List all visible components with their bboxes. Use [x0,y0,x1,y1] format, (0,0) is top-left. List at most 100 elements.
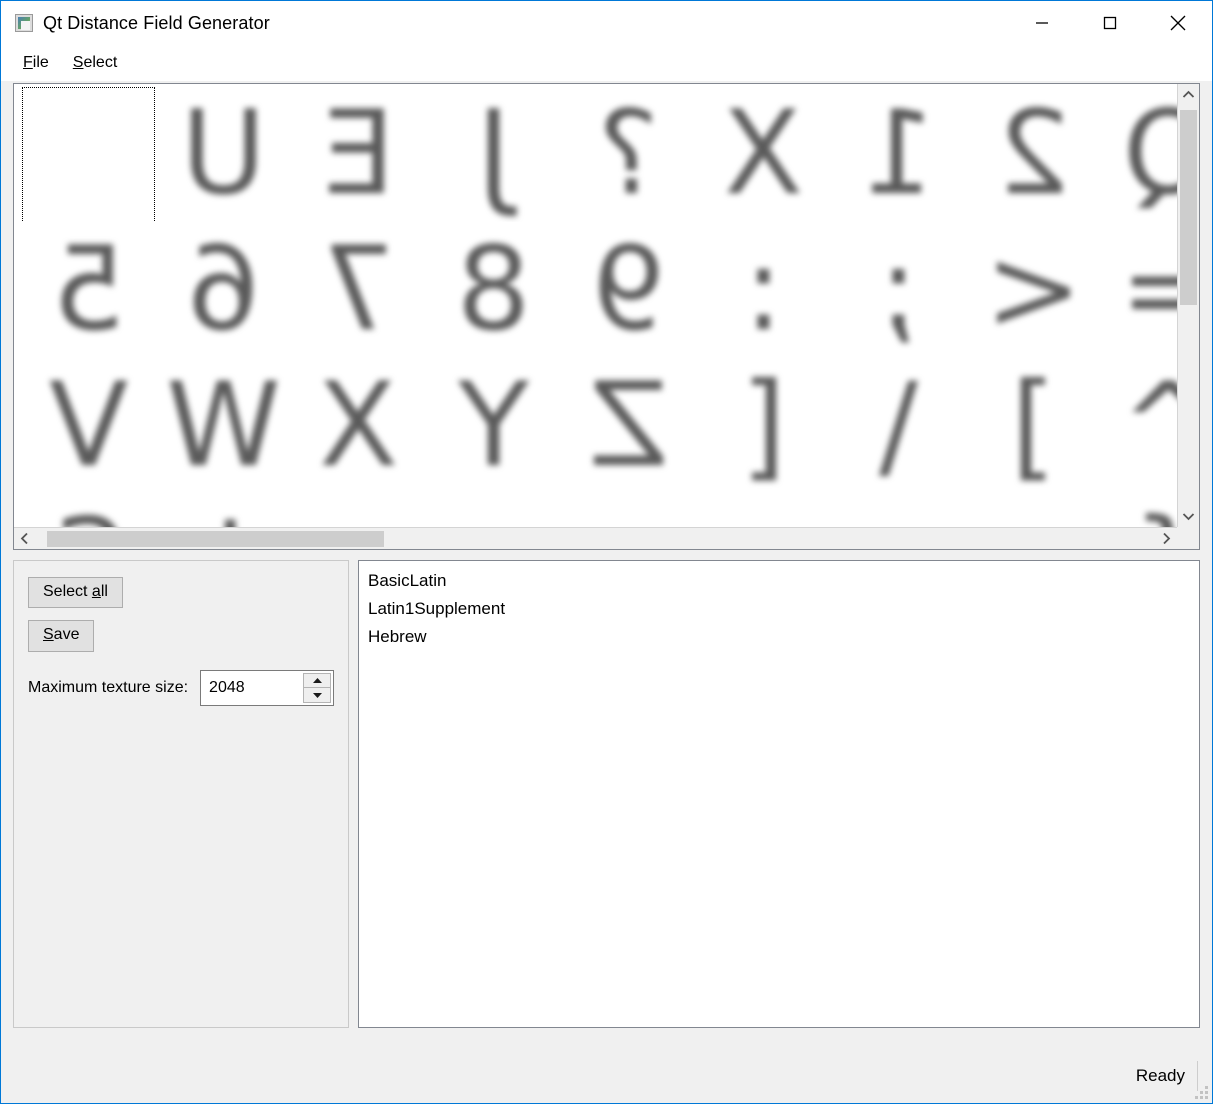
glyph-cell[interactable]: < [966,222,1101,358]
glyph-cell[interactable]: 7 [291,222,426,358]
glyph-cell[interactable]: w [561,494,696,527]
glyph-cell[interactable]: z [966,494,1101,527]
window-controls [1008,1,1212,45]
window-title: Qt Distance Field Generator [43,13,270,34]
glyph-cell[interactable]: E [291,86,426,222]
chevron-up-icon[interactable] [1178,84,1199,105]
max-texture-size-spinbox[interactable] [200,670,334,706]
title-bar: Qt Distance Field Generator [1,1,1212,45]
max-texture-size-row: Maximum texture size: [28,670,334,706]
glyph-render: 1 [831,86,966,222]
glyph-cell[interactable] [21,86,156,222]
glyph-cell[interactable]: J [426,86,561,222]
glyph-cell[interactable]: S [21,494,156,527]
glyph-cell[interactable]: ; [831,222,966,358]
glyph-cell[interactable]: Z [561,358,696,494]
glyph-cell[interactable]: : [696,222,831,358]
glyph-cell[interactable]: W [156,358,291,494]
select-all-mnemonic: a [92,583,101,600]
minimize-icon[interactable] [1008,1,1076,45]
chevron-left-icon[interactable] [14,528,35,549]
glyph-cell[interactable]: 2 [966,86,1101,222]
preview-vscroll-thumb[interactable] [1180,110,1197,305]
glyph-cell[interactable]: 8 [426,222,561,358]
glyph-cell[interactable]: Y [426,358,561,494]
glyph-render: y [831,494,966,527]
menu-select[interactable]: Select [61,50,129,76]
glyph-render: [ [696,358,831,494]
glyph-render: V [21,358,156,494]
glyph-render: Y [426,358,561,494]
glyph-render [21,86,156,222]
glyph-render: 8 [426,222,561,358]
block-list-item[interactable]: Latin1Supplement [359,595,1199,623]
glyph-cell[interactable]: 6 [156,222,291,358]
preview-vertical-scrollbar[interactable] [1177,84,1199,527]
glyph-cell[interactable]: v [426,494,561,527]
menu-file[interactable]: File [11,50,61,76]
glyph-render: X [291,358,426,494]
glyph-cell[interactable]: [ [696,358,831,494]
glyph-cell[interactable]: 5 [21,222,156,358]
glyph-render: x [696,494,831,527]
menu-file-rest: ile [33,54,49,71]
glyph-preview-frame: UEJ?X12Q56789:;<=VWXYZ[\]^Stuvwxyz{ [13,83,1200,550]
glyph-render: 7 [291,222,426,358]
glyph-cell[interactable]: ^ [1101,358,1177,494]
glyph-render: { [1101,494,1177,527]
select-all-button[interactable]: Select all [28,577,123,608]
close-icon[interactable] [1144,1,1212,45]
glyph-render: \ [831,358,966,494]
block-list-item[interactable]: Hebrew [359,623,1199,651]
glyph-cell[interactable]: ] [966,358,1101,494]
glyph-cell[interactable]: t [156,494,291,527]
app-window: Qt Distance Field Generator File Select … [0,0,1213,1104]
glyph-render: : [696,222,831,358]
save-button[interactable]: Save [28,620,94,651]
block-list-item[interactable]: BasicLatin [359,567,1199,595]
menu-select-rest: elect [83,54,117,71]
glyph-cell[interactable]: u [291,494,426,527]
glyph-render: X [696,86,831,222]
triangle-up-icon[interactable] [303,673,331,689]
max-texture-size-input[interactable] [209,679,309,697]
preview-hscroll-thumb[interactable] [47,531,384,547]
chevron-down-icon[interactable] [1178,506,1199,527]
glyph-render: ] [966,358,1101,494]
glyph-render: ? [561,86,696,222]
glyph-render: w [561,494,696,527]
resize-grip-icon[interactable] [1194,1085,1208,1099]
select-all-pre: Select [43,583,92,600]
glyph-cell[interactable]: = [1101,222,1177,358]
maximize-icon[interactable] [1076,1,1144,45]
glyph-cell[interactable]: 1 [831,86,966,222]
glyph-render: 2 [966,86,1101,222]
glyph-cell[interactable]: X [696,86,831,222]
triangle-down-icon[interactable] [303,688,331,703]
glyph-preview-viewport[interactable]: UEJ?X12Q56789:;<=VWXYZ[\]^Stuvwxyz{ [14,84,1177,527]
glyph-render: S [21,494,156,527]
glyph-cell[interactable]: Q [1101,86,1177,222]
glyph-render: t [156,494,291,527]
glyph-render: = [1101,222,1177,358]
glyph-render: ; [831,222,966,358]
glyph-cell[interactable]: x [696,494,831,527]
glyph-render: ^ [1101,358,1177,494]
menu-file-mnemonic: F [23,54,33,71]
scrollbar-corner [1177,527,1199,549]
glyph-grid: UEJ?X12Q56789:;<=VWXYZ[\]^Stuvwxyz{ [21,86,1177,527]
glyph-cell[interactable]: y [831,494,966,527]
glyph-cell[interactable]: \ [831,358,966,494]
unicode-blocks-list[interactable]: BasicLatinLatin1SupplementHebrew [358,560,1200,1028]
glyph-cell[interactable]: ? [561,86,696,222]
glyph-render: z [966,494,1101,527]
glyph-cell[interactable]: { [1101,494,1177,527]
glyph-cell[interactable]: 9 [561,222,696,358]
glyph-cell[interactable]: X [291,358,426,494]
chevron-right-icon[interactable] [1156,528,1177,549]
glyph-render: Z [561,358,696,494]
glyph-cell[interactable]: U [156,86,291,222]
glyph-cell[interactable]: V [21,358,156,494]
glyph-render: W [156,358,291,494]
preview-horizontal-scrollbar[interactable] [14,527,1177,549]
